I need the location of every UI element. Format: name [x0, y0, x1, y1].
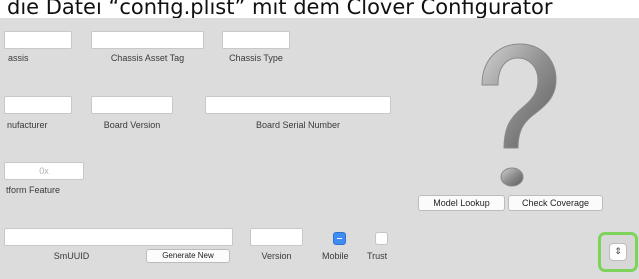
generate-new-button[interactable]: Generate New — [146, 249, 230, 263]
mobile-checkbox[interactable] — [333, 232, 346, 245]
version-label: Version — [261, 251, 292, 261]
question-mark-icon — [481, 43, 557, 187]
chassis-type-field[interactable] — [222, 31, 290, 49]
manufacturer-field[interactable] — [4, 96, 72, 114]
board-serial-number-field[interactable] — [205, 96, 391, 114]
tutorial-caption: die Datei “config.plist” mit dem Clover … — [0, 0, 639, 18]
manufacturer-label: nufacturer — [7, 120, 48, 130]
model-lookup-button[interactable]: Model Lookup — [418, 195, 505, 211]
version-field[interactable] — [250, 228, 303, 246]
platform-feature-field[interactable]: 0x — [4, 162, 84, 180]
mobile-label: Mobile — [322, 251, 349, 261]
stepper-icon[interactable]: ⇕ — [609, 243, 627, 261]
trust-label: Trust — [367, 251, 388, 261]
board-version-label: Board Version — [103, 120, 161, 130]
trust-checkbox[interactable] — [375, 232, 388, 245]
platform-feature-label: tform Feature — [6, 185, 61, 195]
highlighted-stepper[interactable]: ⇕ — [598, 232, 638, 272]
chassis-asset-tag-label: Chassis Asset Tag — [110, 53, 185, 63]
board-version-field[interactable] — [91, 96, 173, 114]
checkbox-mark-icon — [337, 238, 342, 239]
smuuid-label: SmUUID — [53, 251, 90, 261]
chassis-type-label: Chassis Type — [229, 53, 283, 63]
board-serial-number-label: Board Serial Number — [255, 120, 341, 130]
chassis-asset-tag-field[interactable] — [91, 31, 204, 49]
chassis-field[interactable] — [4, 31, 72, 49]
chassis-label: assis — [8, 53, 29, 63]
smuuid-field[interactable] — [4, 228, 233, 246]
smbios-panel: assis Chassis Asset Tag Chassis Type nuf… — [0, 18, 639, 279]
check-coverage-button[interactable]: Check Coverage — [508, 195, 603, 211]
